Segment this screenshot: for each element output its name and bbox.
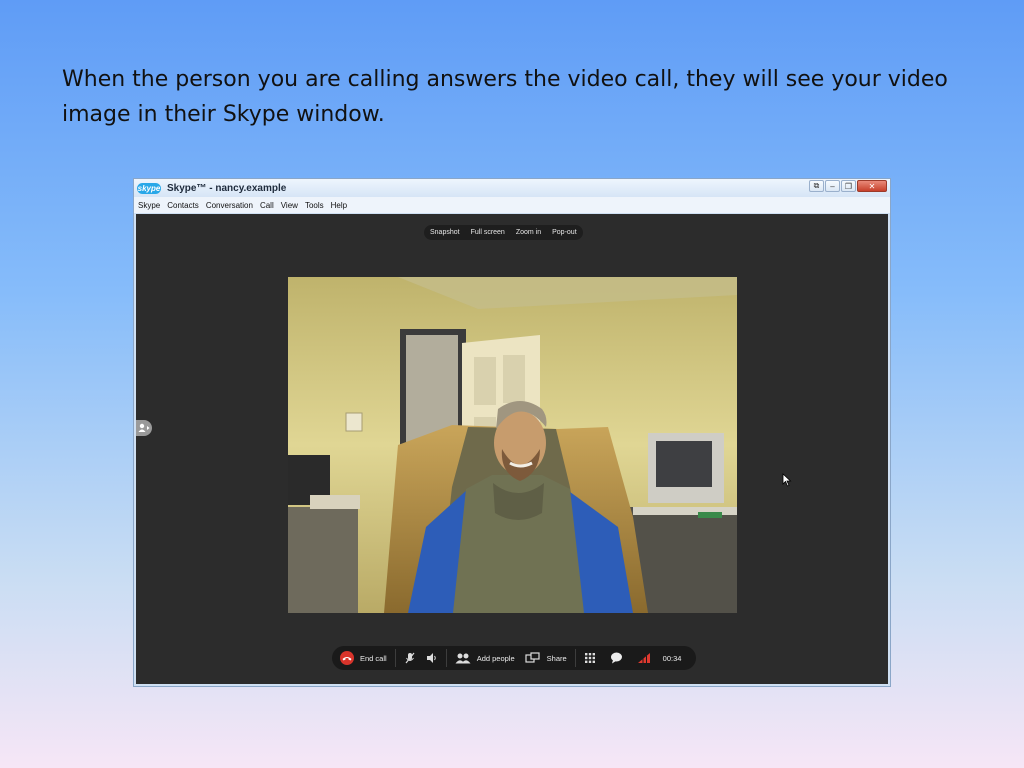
menu-skype[interactable]: Skype [138, 201, 160, 210]
end-call-icon [340, 651, 354, 665]
menu-call[interactable]: Call [260, 201, 274, 210]
window-title: Skype™ - nancy.example [167, 182, 287, 194]
speaker-button[interactable] [426, 652, 438, 664]
dialpad-button[interactable] [584, 652, 596, 664]
compact-view-icon[interactable]: ⧉ [809, 180, 824, 192]
divider [394, 649, 396, 667]
share-label: Share [546, 653, 567, 663]
microphone-muted-icon [404, 652, 416, 664]
video-scene-illustration [288, 277, 737, 613]
full-screen-button[interactable]: Full screen [471, 229, 505, 236]
menu-contacts[interactable]: Contacts [167, 201, 199, 210]
mute-button[interactable] [404, 652, 416, 664]
dialpad-icon [584, 652, 596, 664]
divider [445, 649, 447, 667]
contacts-sidebar-toggle[interactable] [136, 420, 152, 436]
divider [574, 649, 576, 667]
remote-video-feed [288, 277, 737, 613]
video-toolbar: Snapshot Full screen Zoom in Pop-out [424, 225, 583, 240]
video-stage: Snapshot Full screen Zoom in Pop-out End… [136, 214, 888, 684]
close-icon[interactable]: ✕ [857, 180, 887, 192]
person-arrow-icon [138, 423, 150, 432]
menu-view[interactable]: View [281, 201, 298, 210]
end-call-label: End call [360, 653, 387, 663]
restore-icon[interactable]: ❐ [841, 180, 856, 192]
share-screen-icon [525, 652, 541, 664]
menu-bar: Skype Contacts Conversation Call View To… [134, 197, 890, 213]
signal-strength-icon [637, 652, 651, 664]
mouse-cursor-icon [782, 473, 792, 487]
chat-button[interactable] [610, 652, 623, 664]
zoom-in-button[interactable]: Zoom in [516, 229, 541, 236]
call-control-bar: End call Add people Share 00:34 [332, 646, 696, 670]
end-call-button[interactable]: End call [340, 651, 387, 665]
pop-out-button[interactable]: Pop-out [552, 229, 577, 236]
chat-bubble-icon [610, 652, 623, 664]
add-people-label: Add people [476, 653, 515, 663]
call-quality-button[interactable] [637, 652, 651, 664]
menu-conversation[interactable]: Conversation [206, 201, 253, 210]
snapshot-button[interactable]: Snapshot [430, 229, 460, 236]
minimize-icon[interactable]: – [825, 180, 840, 192]
share-button[interactable]: Share [525, 652, 567, 664]
title-bar: skype Skype™ - nancy.example ⧉ – ❐ ✕ [134, 179, 890, 197]
call-timer: 00:34 [662, 653, 682, 663]
menu-help[interactable]: Help [331, 201, 347, 210]
menu-tools[interactable]: Tools [305, 201, 324, 210]
add-people-button[interactable]: Add people [455, 652, 515, 664]
window-controls: ⧉ – ❐ ✕ [809, 180, 887, 192]
add-people-icon [455, 652, 471, 664]
skype-window: skype Skype™ - nancy.example ⧉ – ❐ ✕ Sky… [133, 178, 891, 687]
skype-logo-icon: skype [137, 182, 161, 194]
slide-caption: When the person you are calling answers … [62, 67, 948, 127]
speaker-icon [426, 652, 438, 664]
